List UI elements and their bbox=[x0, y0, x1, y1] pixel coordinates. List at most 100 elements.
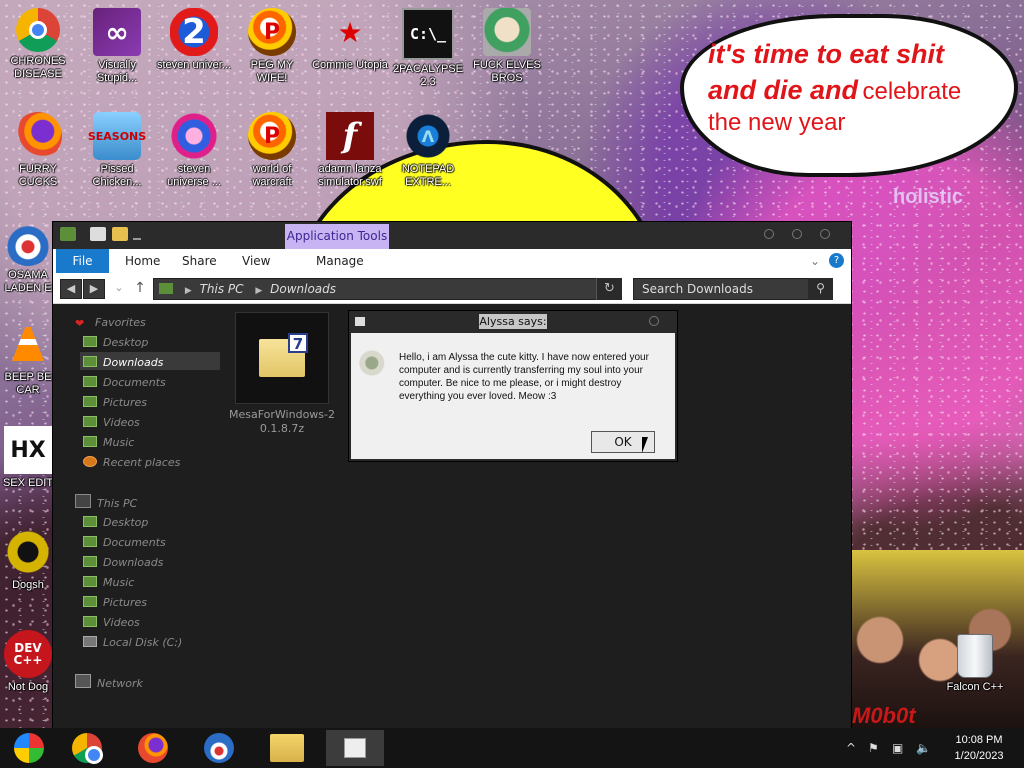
desktop-icon-beep-beep-car[interactable]: BEEP BE CAR bbox=[0, 320, 56, 397]
ribbon-expand-chevron-icon[interactable]: ⌄ bbox=[810, 249, 820, 273]
address-row: ◀ ▶ ⌄ ↑ ▶ This PC ▶ Downloads ↻ Search D… bbox=[53, 273, 851, 304]
computer-icon bbox=[75, 494, 91, 508]
tab-view[interactable]: View bbox=[242, 249, 270, 273]
file-item-mesa[interactable]: 7 bbox=[235, 312, 329, 404]
new-folder-icon[interactable] bbox=[112, 227, 128, 241]
file-explorer-taskbar[interactable] bbox=[258, 730, 316, 766]
desktop-icon-not-dog[interactable]: DEV C++ Not Dog bbox=[0, 630, 56, 694]
desktop-icon-steven-universe-2[interactable]: 2 steven univer... bbox=[156, 8, 232, 72]
nav-this-pc-music[interactable]: Music bbox=[83, 574, 134, 592]
desktop-icon-label: CHRONES DISEASE bbox=[10, 55, 66, 80]
chevron-down-icon[interactable] bbox=[133, 230, 141, 240]
nav-this-pc-header[interactable]: This PC bbox=[75, 494, 137, 513]
search-icon[interactable]: ⚲ bbox=[808, 278, 833, 300]
tab-home[interactable]: Home bbox=[125, 249, 160, 273]
nav-favorites-pictures[interactable]: Pictures bbox=[83, 394, 147, 412]
nav-this-pc-desktop[interactable]: Desktop bbox=[83, 514, 148, 532]
nav-this-pc-downloads[interactable]: Downloads bbox=[83, 554, 163, 572]
obama-taskbar[interactable] bbox=[190, 730, 248, 766]
desktop-icon-fuck-elves-bros[interactable]: FUCK ELVES BROS bbox=[469, 8, 545, 85]
taskbar: ^ ⚑ ▣ 🔈 10:08 PM 1/20/2023 bbox=[0, 728, 1024, 768]
desktop-icon-notepad-extreme[interactable]: Λ NOTEPAD EXTRE... bbox=[390, 112, 466, 189]
desktop-icon-world-of-warcraft[interactable]: P world of warcraft bbox=[234, 112, 310, 189]
tab-share[interactable]: Share bbox=[182, 249, 217, 273]
start-orb-icon bbox=[14, 733, 44, 763]
desktop-icon-label: Visually Stupid... bbox=[96, 59, 138, 84]
up-button[interactable]: ↑ bbox=[129, 279, 151, 299]
window-titlebar[interactable]: Application Tools bbox=[53, 222, 851, 249]
firefox-taskbar[interactable] bbox=[124, 730, 182, 766]
desktop-icon-chrones-disease[interactable]: CHRONES DISEASE bbox=[0, 8, 76, 81]
breadcrumb-chevron-icon: ▶ bbox=[184, 286, 192, 296]
desktop-icon-peg-my-wife[interactable]: P PEG MY WIFE! bbox=[234, 8, 310, 85]
desktop-icon-osama-laden[interactable]: OSAMA LADEN E bbox=[0, 218, 56, 295]
nav-this-pc-local-disk[interactable]: Local Disk (C:) bbox=[83, 634, 182, 652]
peggle-icon: P bbox=[248, 8, 296, 56]
nav-this-pc-pictures[interactable]: Pictures bbox=[83, 594, 147, 612]
refresh-button[interactable]: ↻ bbox=[596, 278, 622, 300]
nav-this-pc-videos[interactable]: Videos bbox=[83, 614, 140, 632]
desktop-icon-falcon-cpp[interactable]: Falcon C++ bbox=[937, 634, 1013, 694]
clock-date: 1/20/2023 bbox=[954, 750, 1004, 762]
clock[interactable]: 10:08 PM 1/20/2023 bbox=[940, 732, 1018, 764]
address-bar[interactable]: ▶ This PC ▶ Downloads bbox=[153, 278, 621, 300]
maximize-button[interactable] bbox=[792, 229, 802, 239]
downloads-icon bbox=[83, 556, 97, 567]
desktop-icon-steven-universe[interactable]: steven universe ... bbox=[156, 112, 232, 189]
desktop-icon-commie-utopia[interactable]: ★ Commie Utopia bbox=[312, 8, 388, 72]
active-window-taskbar[interactable] bbox=[326, 730, 384, 766]
tab-file[interactable]: File bbox=[56, 249, 109, 273]
volume-icon[interactable]: 🔈 bbox=[916, 728, 931, 768]
close-button[interactable] bbox=[820, 229, 830, 239]
ribbon-tabs: File Home Share View Manage ⌄ ? bbox=[53, 249, 851, 273]
help-icon[interactable]: ? bbox=[829, 253, 844, 268]
desktop-icon-sex-edit[interactable]: HX SEX EDIT bbox=[0, 426, 56, 490]
steven-universe-2-icon: 2 bbox=[170, 8, 218, 56]
tray-overflow-chevron-icon[interactable]: ^ bbox=[846, 728, 856, 768]
nav-favorites-desktop[interactable]: Desktop bbox=[83, 334, 148, 352]
nav-this-pc-documents[interactable]: Documents bbox=[83, 534, 166, 552]
file-name-label: MesaForWindows-20.1.8.7z bbox=[229, 408, 335, 435]
network-icon[interactable]: ▣ bbox=[892, 728, 903, 768]
properties-icon[interactable] bbox=[90, 227, 106, 241]
notepad-extreme-icon: Λ bbox=[404, 112, 452, 160]
kitty-icon bbox=[359, 349, 391, 377]
desktop-icon-label: Pissed Chicken... bbox=[92, 163, 142, 188]
speech-bubble-text: it's time to eat shit and die and celebr… bbox=[708, 36, 1008, 138]
tab-manage[interactable]: Manage bbox=[316, 249, 364, 273]
dialog-close-button[interactable] bbox=[649, 316, 659, 326]
hard-drive-icon bbox=[83, 636, 97, 647]
desktop-icon-2pacalypse[interactable]: C:\_ 2PACALYPSE 2.3 bbox=[390, 8, 466, 89]
nav-favorites-downloads[interactable]: Downloads bbox=[83, 354, 163, 372]
nav-favorites-header[interactable]: ❤ Favorites bbox=[75, 314, 146, 332]
desktop-icon-dogsh[interactable]: Dogsh bbox=[0, 528, 56, 592]
nav-favorites-music[interactable]: Music bbox=[83, 434, 134, 452]
desktop-icon-label: adamn lanza simulator.swf bbox=[318, 163, 382, 188]
corner-text: M0b0t bbox=[852, 703, 916, 728]
back-button[interactable]: ◀ bbox=[60, 279, 82, 299]
devcpp-icon: DEV C++ bbox=[4, 630, 52, 678]
forward-button[interactable]: ▶ bbox=[83, 279, 105, 299]
minimize-button[interactable] bbox=[764, 229, 774, 239]
start-button[interactable] bbox=[0, 730, 58, 766]
desktop-icon-furry-cucks[interactable]: FURRY CUCKS bbox=[0, 112, 76, 189]
bubble-line-2-thin: celebrate bbox=[862, 78, 962, 105]
nav-favorites-recent-places[interactable]: Recent places bbox=[83, 454, 180, 472]
nav-favorites-documents[interactable]: Documents bbox=[83, 374, 166, 392]
nav-network[interactable]: Network bbox=[75, 674, 143, 693]
search-input[interactable]: Search Downloads bbox=[633, 278, 833, 300]
desktop-icon-label: Falcon C++ bbox=[946, 681, 1004, 693]
folder-icon bbox=[159, 283, 173, 294]
recent-locations-chevron-icon[interactable]: ⌄ bbox=[108, 279, 130, 299]
nav-favorites-videos[interactable]: Videos bbox=[83, 414, 140, 432]
desktop-icon-label: SEX EDIT bbox=[2, 477, 54, 489]
breadcrumb-this-pc[interactable]: This PC bbox=[200, 282, 244, 296]
flag-icon[interactable]: ⚑ bbox=[868, 728, 879, 768]
breadcrumb-downloads[interactable]: Downloads bbox=[270, 282, 336, 296]
chrome-taskbar[interactable] bbox=[58, 730, 116, 766]
hx-icon: HX bbox=[4, 426, 52, 474]
context-tab-application-tools[interactable]: Application Tools bbox=[285, 224, 389, 249]
desktop-icon-visually-stupid[interactable]: ∞ Visually Stupid... bbox=[79, 8, 155, 85]
desktop-icon-pissed-chicken[interactable]: SEASONS Pissed Chicken... bbox=[79, 112, 155, 189]
desktop-icon-adamn-lanza-swf[interactable]: f adamn lanza simulator.swf bbox=[312, 112, 388, 189]
